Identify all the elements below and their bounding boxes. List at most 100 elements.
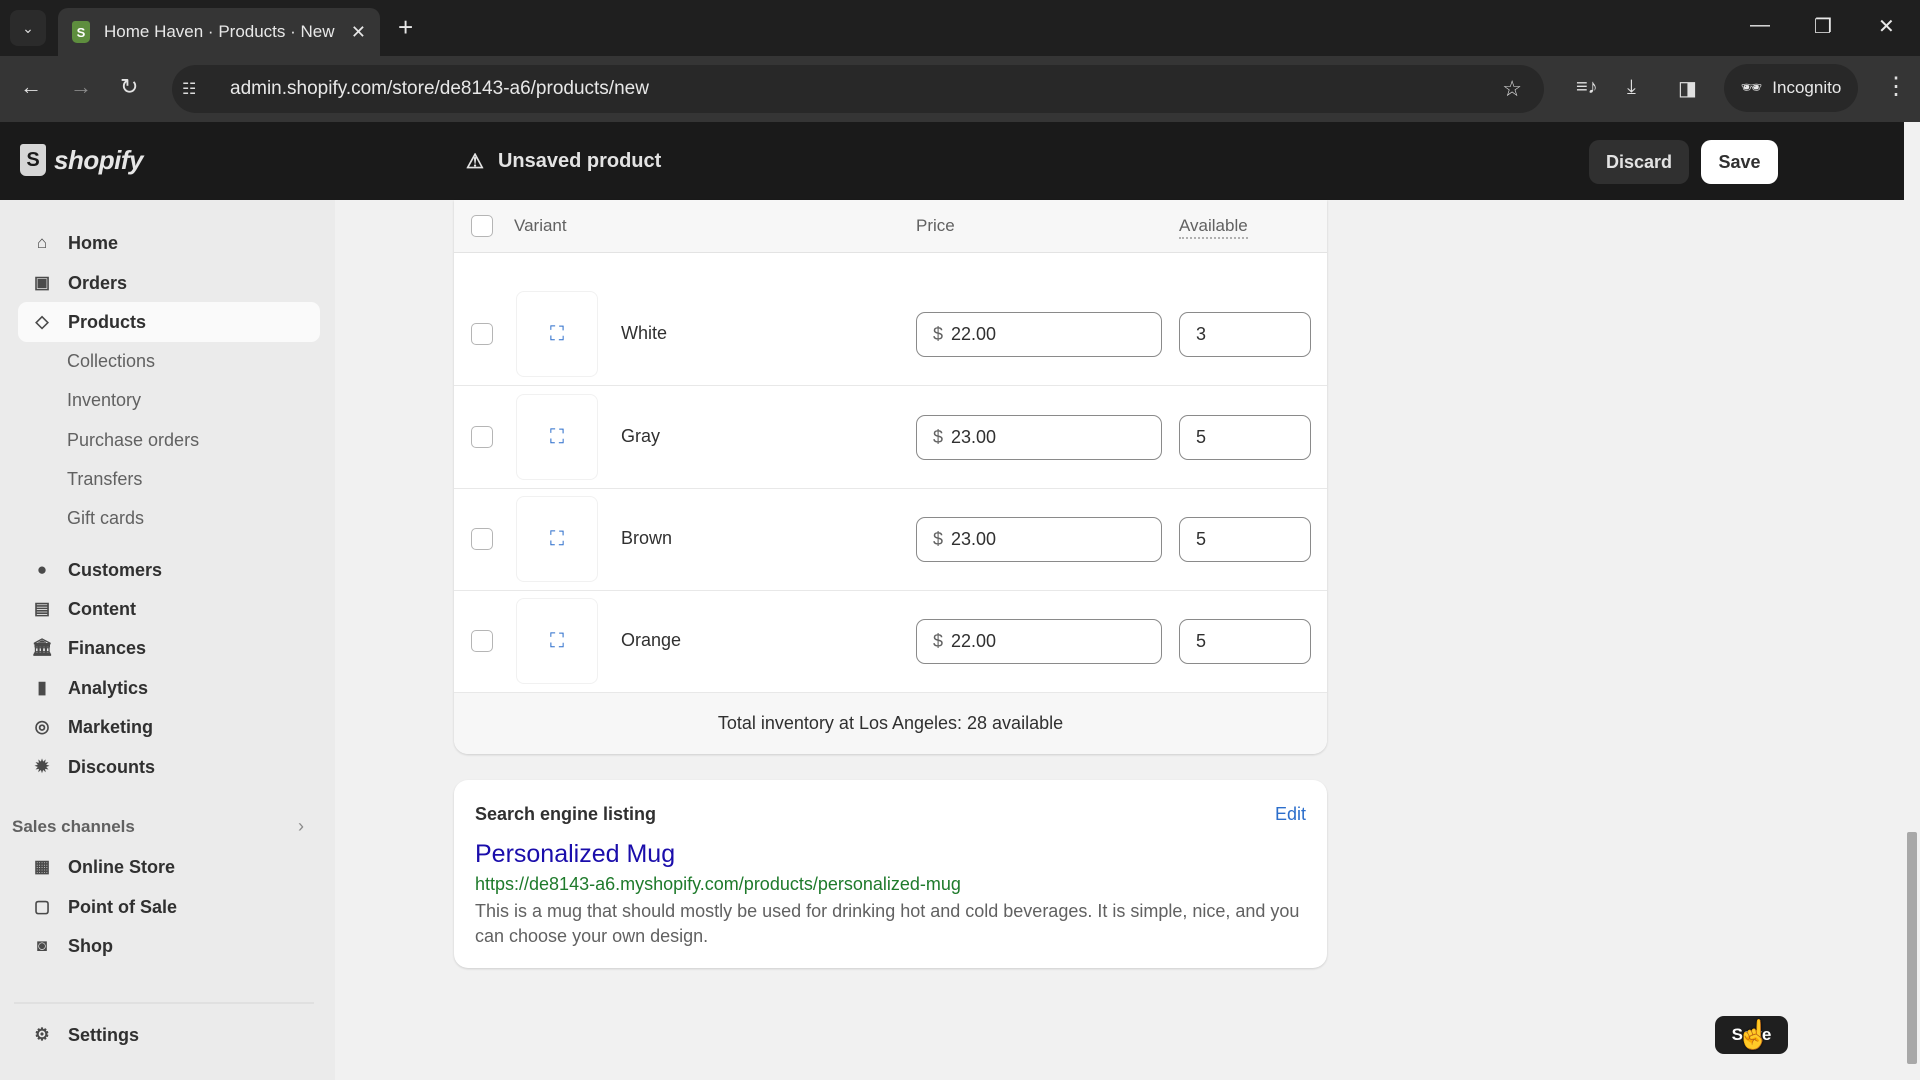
variant-name[interactable]: White — [621, 323, 667, 344]
sidebar-subitem-collections[interactable]: Collections — [67, 351, 155, 372]
forward-icon[interactable]: → — [70, 74, 92, 100]
row-checkbox[interactable] — [471, 426, 493, 448]
row-checkbox[interactable] — [471, 630, 493, 652]
sidebar-item-content[interactable]: ▤ Content — [18, 589, 320, 629]
variant-name[interactable]: Orange — [621, 630, 681, 651]
discard-button[interactable]: Discard — [1589, 140, 1689, 184]
price-input[interactable]: $22.00 — [916, 312, 1162, 357]
sidebar-item-products[interactable]: ◇ Products — [18, 302, 320, 342]
tab-title: Home Haven · Products · New · — [104, 22, 341, 41]
available-value: 5 — [1196, 529, 1207, 549]
available-input[interactable]: 5 — [1179, 619, 1311, 664]
sidebar-item-label: Home — [68, 232, 119, 253]
address-bar[interactable]: ☷ admin.shopify.com/store/de8143-a6/prod… — [172, 65, 1544, 113]
tag-icon: ◇ — [35, 312, 49, 331]
save-button[interactable]: Save — [1701, 140, 1778, 184]
sidebar-item-label: Point of Sale — [68, 896, 178, 917]
seo-preview-title: Personalized Mug — [475, 840, 676, 868]
sidebar-subitem-inventory[interactable]: Inventory — [67, 390, 141, 411]
price-input[interactable]: $23.00 — [916, 517, 1162, 562]
sidebar-item-customers[interactable]: ● Customers — [18, 550, 320, 590]
restore-icon[interactable]: ❐ — [1814, 14, 1832, 39]
incognito-badge[interactable]: 🕶 Incognito — [1724, 64, 1858, 112]
incognito-icon: 🕶 — [1740, 78, 1763, 97]
sidebar-item-label: Online Store — [68, 856, 176, 877]
sidebar-subitem-transfers[interactable]: Transfers — [67, 469, 142, 490]
shopify-favicon-icon: S — [72, 21, 90, 43]
target-icon: ◎ — [34, 717, 50, 736]
seo-preview-description: This is a mug that should mostly be used… — [475, 901, 1300, 946]
sidebar-item-shop[interactable]: ◙ Shop — [18, 926, 320, 966]
browser-menu-icon[interactable]: ⋮ — [1884, 72, 1908, 101]
variant-row: ⛶ Gray $23.00 5 — [454, 386, 1327, 489]
currency-symbol: $ — [933, 529, 944, 549]
seo-edit-link[interactable]: Edit — [1275, 804, 1306, 825]
available-input[interactable]: 3 — [1179, 312, 1311, 357]
available-input[interactable]: 5 — [1179, 415, 1311, 460]
row-checkbox[interactable] — [471, 528, 493, 550]
row-checkbox[interactable] — [471, 323, 493, 345]
variants-table-header: Variant Price Available — [454, 200, 1327, 253]
sidebar-divider — [14, 1002, 314, 1004]
sidebar-item-settings[interactable]: ⚙ Settings — [18, 1015, 320, 1055]
download-icon[interactable]: ⤓ — [1627, 76, 1636, 99]
sidebar-item-marketing[interactable]: ◎ Marketing — [18, 707, 320, 747]
sidebar-item-analytics[interactable]: ▮ Analytics — [18, 668, 320, 708]
add-image-icon[interactable]: ⛶ — [516, 291, 598, 377]
sidebar-item-finances[interactable]: 🏛 Finances — [18, 628, 320, 668]
sidebar-item-orders[interactable]: ▣ Orders — [18, 263, 320, 303]
column-header-available[interactable]: Available — [1179, 216, 1248, 239]
shopify-logo[interactable]: S shopify — [20, 144, 143, 176]
variant-row: ⛶ Brown $23.00 5 — [454, 488, 1327, 591]
shopify-topbar: S shopify ⚠ Unsaved product Discard Save — [0, 122, 1904, 200]
hand-cursor-icon: ☝ — [1736, 1019, 1771, 1050]
variant-name[interactable]: Brown — [621, 528, 672, 549]
site-info-icon[interactable]: ☷ — [182, 79, 212, 99]
browser-tab[interactable]: S Home Haven · Products · New · ✕ — [58, 8, 380, 56]
variant-row: ⛶ Orange $22.00 5 — [454, 590, 1327, 693]
reload-icon[interactable]: ↻ — [120, 74, 138, 100]
sidebar-item-label: Finances — [68, 637, 147, 658]
variant-name[interactable]: Gray — [621, 426, 660, 447]
logo-text: shopify — [54, 144, 143, 175]
sidebar-item-label: Analytics — [68, 677, 149, 698]
price-input[interactable]: $23.00 — [916, 415, 1162, 460]
back-icon[interactable]: ← — [20, 74, 42, 100]
browser-tab-bar: ⌄ S Home Haven · Products · New · ✕ + — … — [0, 0, 1920, 56]
add-image-icon[interactable]: ⛶ — [516, 598, 598, 684]
url-text[interactable]: admin.shopify.com/store/de8143-a6/produc… — [230, 78, 649, 100]
available-input[interactable]: 5 — [1179, 517, 1311, 562]
media-control-icon[interactable]: ≡♪ — [1576, 76, 1598, 99]
home-icon: ⌂ — [36, 233, 48, 252]
sidebar-item-label: Orders — [68, 272, 128, 293]
add-image-icon[interactable]: ⛶ — [516, 496, 598, 582]
sidebar-item-discounts[interactable]: ✹ Discounts — [18, 747, 320, 787]
sidebar-item-online-store[interactable]: ▦ Online Store — [18, 847, 320, 887]
discount-icon: ✹ — [34, 757, 50, 776]
seo-heading: Search engine listing — [475, 804, 657, 824]
warning-icon: ⚠ — [466, 151, 484, 173]
close-window-icon[interactable]: ✕ — [1878, 14, 1895, 39]
close-tab-icon[interactable]: ✕ — [351, 22, 366, 43]
minimize-icon[interactable]: — — [1750, 14, 1770, 37]
select-all-checkbox[interactable] — [471, 215, 493, 237]
bookmark-star-icon[interactable]: ☆ — [1502, 76, 1522, 102]
chevron-right-icon[interactable]: › — [298, 816, 304, 837]
side-panel-icon[interactable]: ◨ — [1678, 76, 1697, 101]
scrollbar-thumb[interactable] — [1907, 832, 1917, 1064]
sales-channels-heading[interactable]: Sales channels — [12, 817, 135, 837]
tab-search-button[interactable]: ⌄ — [10, 10, 46, 46]
sidebar-item-point-of-sale[interactable]: ▢ Point of Sale — [18, 887, 320, 927]
bank-icon: 🏛 — [31, 638, 53, 657]
sidebar-item-home[interactable]: ⌂ Home — [18, 223, 320, 263]
unsaved-label: Unsaved product — [497, 150, 662, 172]
seo-preview-url: https://de8143-a6.myshopify.com/products… — [475, 874, 961, 894]
variants-card: Variant Price Available ⛶ White $22.00 3… — [454, 200, 1327, 754]
sidebar-subitem-gift-cards[interactable]: Gift cards — [67, 508, 144, 529]
sidebar-item-label: Settings — [68, 1024, 140, 1045]
sidebar-subitem-purchase-orders[interactable]: Purchase orders — [67, 430, 199, 451]
store-icon: ▦ — [33, 857, 51, 876]
price-input[interactable]: $22.00 — [916, 619, 1162, 664]
new-tab-button[interactable]: + — [398, 12, 413, 43]
add-image-icon[interactable]: ⛶ — [516, 394, 598, 480]
